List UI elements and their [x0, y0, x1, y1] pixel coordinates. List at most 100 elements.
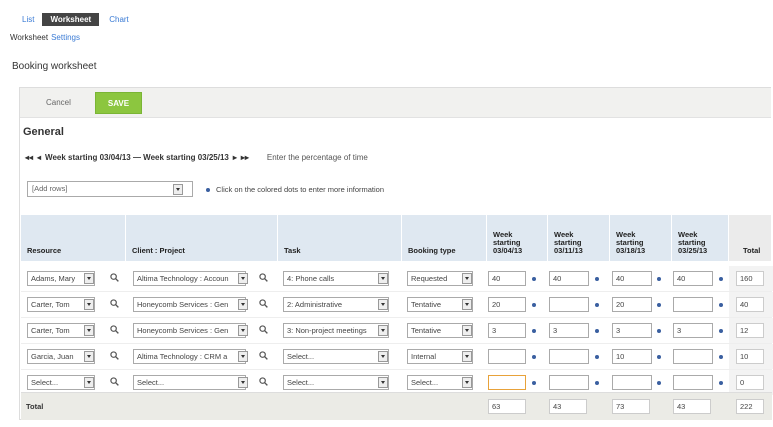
chevron-down-icon[interactable] — [378, 299, 388, 310]
chevron-down-icon[interactable] — [238, 273, 248, 284]
tab-list[interactable]: List — [12, 15, 42, 24]
client-project-select[interactable]: Select... — [133, 375, 246, 390]
info-dot-icon[interactable] — [719, 355, 723, 359]
row-total: 0 — [736, 375, 764, 390]
search-icon[interactable] — [259, 299, 268, 308]
total-week-2: 43 — [549, 399, 587, 414]
search-icon[interactable] — [259, 377, 268, 386]
week-4-input[interactable]: 40 — [673, 271, 713, 286]
chevron-down-icon[interactable] — [173, 184, 183, 195]
save-button[interactable]: SAVE — [95, 92, 142, 114]
info-dot-icon[interactable] — [657, 329, 661, 333]
info-dot-icon[interactable] — [719, 277, 723, 281]
info-dot-icon[interactable] — [657, 381, 661, 385]
week-4-input[interactable]: 3 — [673, 323, 713, 338]
prev-week-button[interactable]: ◂ — [37, 153, 41, 162]
week-2-input[interactable]: 40 — [549, 271, 589, 286]
chevron-down-icon[interactable] — [462, 273, 472, 284]
info-dot-icon[interactable] — [532, 381, 536, 385]
week-4-input[interactable] — [673, 297, 713, 312]
search-icon[interactable] — [259, 325, 268, 334]
header-week-1: Week starting 03/04/13 — [487, 215, 548, 261]
info-dot-icon[interactable] — [532, 329, 536, 333]
search-icon[interactable] — [259, 351, 268, 360]
chevron-down-icon[interactable] — [84, 351, 94, 362]
chevron-down-icon[interactable] — [462, 377, 472, 388]
info-dot-icon[interactable] — [595, 329, 599, 333]
chevron-down-icon[interactable] — [462, 325, 472, 336]
header-week-3: Week starting 03/18/13 — [610, 215, 672, 261]
tab-chart[interactable]: Chart — [99, 15, 137, 24]
week-3-input[interactable]: 10 — [612, 349, 652, 364]
chevron-down-icon[interactable] — [378, 273, 388, 284]
info-dot-icon[interactable] — [532, 303, 536, 307]
info-dot-icon[interactable] — [657, 303, 661, 307]
header-week-4: Week starting 03/25/13 — [672, 215, 729, 261]
week-2-input[interactable] — [549, 297, 589, 312]
info-dot-icon[interactable] — [719, 381, 723, 385]
week-1-input[interactable]: 40 — [488, 271, 526, 286]
chevron-down-icon[interactable] — [84, 273, 94, 284]
client-project-select[interactable]: Altima Technology : CRM a — [133, 349, 246, 364]
chevron-down-icon[interactable] — [378, 377, 388, 388]
client-project-select[interactable]: Altima Technology : Accoun — [133, 271, 246, 286]
chevron-down-icon[interactable] — [238, 377, 248, 388]
search-icon[interactable] — [110, 273, 119, 282]
week-1-input[interactable] — [488, 375, 526, 390]
chevron-down-icon[interactable] — [238, 351, 248, 362]
cancel-button[interactable]: Cancel — [46, 98, 71, 107]
week-3-input[interactable] — [612, 375, 652, 390]
totals-row: Total 63 43 73 43 222 — [21, 392, 772, 420]
info-dot-icon[interactable] — [595, 355, 599, 359]
search-icon[interactable] — [110, 377, 119, 386]
week-3-input[interactable]: 3 — [612, 323, 652, 338]
chevron-down-icon[interactable] — [84, 299, 94, 310]
chevron-down-icon[interactable] — [378, 351, 388, 362]
task-select[interactable]: 3: Non-project meetings — [283, 323, 389, 338]
week-2-input[interactable] — [549, 375, 589, 390]
add-rows-select[interactable]: [Add rows] — [27, 181, 193, 197]
week-3-input[interactable]: 20 — [612, 297, 652, 312]
task-select[interactable]: Select... — [283, 349, 389, 364]
info-dot-icon[interactable] — [719, 303, 723, 307]
chevron-down-icon[interactable] — [238, 325, 248, 336]
week-1-input[interactable]: 20 — [488, 297, 526, 312]
client-project-select[interactable]: Honeycomb Services : Gen — [133, 323, 246, 338]
next-week-button[interactable]: ▸ — [233, 153, 237, 162]
chevron-down-icon[interactable] — [462, 299, 472, 310]
task-select[interactable]: 2: Administrative — [283, 297, 389, 312]
chevron-down-icon[interactable] — [462, 351, 472, 362]
info-dot-icon[interactable] — [532, 355, 536, 359]
task-select[interactable]: Select... — [283, 375, 389, 390]
search-icon[interactable] — [110, 351, 119, 360]
chevron-down-icon[interactable] — [238, 299, 248, 310]
info-dot-icon[interactable] — [532, 277, 536, 281]
info-dot-icon[interactable] — [595, 381, 599, 385]
search-icon[interactable] — [259, 273, 268, 282]
info-dot-icon[interactable] — [657, 277, 661, 281]
search-icon[interactable] — [110, 299, 119, 308]
week-2-input[interactable]: 3 — [549, 323, 589, 338]
week-4-input[interactable] — [673, 349, 713, 364]
client-project-select[interactable]: Honeycomb Services : Gen — [133, 297, 246, 312]
info-dot-icon[interactable] — [595, 303, 599, 307]
info-dot-icon[interactable] — [595, 277, 599, 281]
info-dot-icon[interactable] — [657, 355, 661, 359]
chevron-down-icon[interactable] — [378, 325, 388, 336]
search-icon[interactable] — [110, 325, 119, 334]
week-2-input[interactable] — [549, 349, 589, 364]
week-4-input[interactable] — [673, 375, 713, 390]
first-week-button[interactable]: ◂◂ — [25, 153, 33, 162]
chevron-down-icon[interactable] — [84, 325, 94, 336]
task-select[interactable]: 4: Phone calls — [283, 271, 389, 286]
week-1-input[interactable]: 3 — [488, 323, 526, 338]
chevron-down-icon[interactable] — [84, 377, 94, 388]
settings-link[interactable]: Settings — [51, 33, 80, 42]
tab-worksheet[interactable]: Worksheet — [42, 13, 100, 26]
week-1-input[interactable] — [488, 349, 526, 364]
row-total: 40 — [736, 297, 764, 312]
info-dot-icon[interactable] — [719, 329, 723, 333]
week-3-input[interactable]: 40 — [612, 271, 652, 286]
row-total: 12 — [736, 323, 764, 338]
last-week-button[interactable]: ▸▸ — [241, 153, 249, 162]
